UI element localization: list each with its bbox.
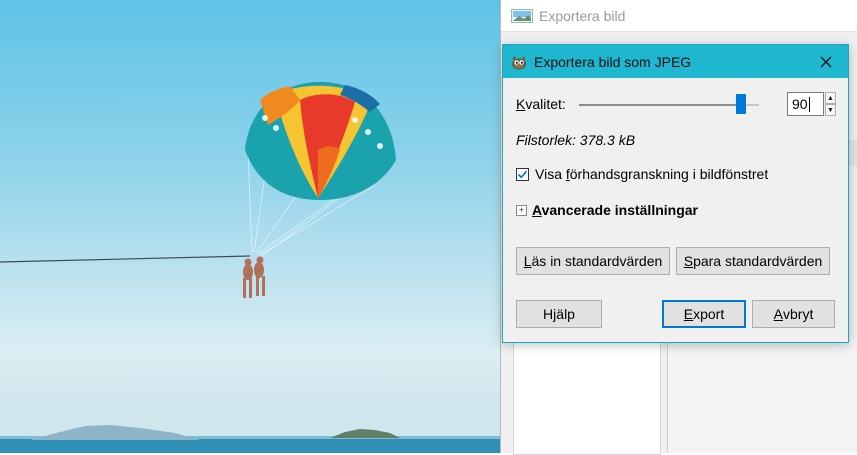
quality-spinbox[interactable]: 90: [787, 92, 824, 116]
filesize-text: Filstorlek: 378.3 kB: [516, 132, 636, 148]
help-button[interactable]: Hj älp: [516, 300, 602, 328]
dialog-title: Exportera bild som JPEG: [534, 53, 692, 70]
parent-titlebar: Exportera bild: [501, 0, 857, 32]
save-defaults-button[interactable]: Spara standardvärden: [676, 247, 830, 275]
quality-label: Kvalitet:: [516, 96, 566, 112]
quality-slider-thumb[interactable]: [736, 94, 746, 114]
load-defaults-button[interactable]: Läs in standardvärden: [516, 247, 670, 275]
cancel-button[interactable]: Avbryt: [752, 300, 835, 328]
quality-spin-arrows: ▲ ▼: [825, 92, 836, 116]
quality-value: 90: [792, 96, 808, 112]
close-button[interactable]: [804, 45, 848, 78]
spin-down-button[interactable]: ▼: [825, 104, 836, 116]
text-caret: [808, 97, 810, 112]
parasail-photo-graphic: [0, 81, 500, 453]
preview-label: Visa förhandsgranskning i bildfönstret: [535, 166, 769, 182]
image-icon: [511, 8, 533, 23]
parent-file-list[interactable]: [667, 340, 857, 453]
dialog-titlebar[interactable]: Exportera bild som JPEG: [503, 45, 848, 78]
quality-label-mnemonic: K: [516, 96, 526, 112]
parent-window-title: Exportera bild: [539, 7, 626, 24]
jpeg-export-dialog: Exportera bild som JPEG Kvalitet: 90 ▲ ▼…: [502, 44, 849, 343]
close-icon: [820, 56, 832, 67]
preview-option[interactable]: Visa förhandsgranskning i bildfönstret: [516, 166, 768, 182]
checkmark-icon: [517, 170, 528, 178]
expand-plus-icon[interactable]: +: [516, 204, 527, 216]
spin-up-button[interactable]: ▲: [825, 92, 836, 104]
export-button[interactable]: Export: [662, 300, 746, 328]
advanced-settings-label: Avancerade inställningar: [532, 202, 698, 218]
quality-label-text: valitet:: [525, 96, 566, 112]
advanced-settings-expander[interactable]: + Avancerade inställningar: [516, 202, 698, 218]
preview-checkbox[interactable]: [516, 167, 529, 181]
background-photo: [0, 0, 500, 453]
parent-folder-list[interactable]: [513, 340, 661, 455]
quality-slider-fill: [579, 104, 741, 106]
gimp-icon: [512, 55, 526, 69]
